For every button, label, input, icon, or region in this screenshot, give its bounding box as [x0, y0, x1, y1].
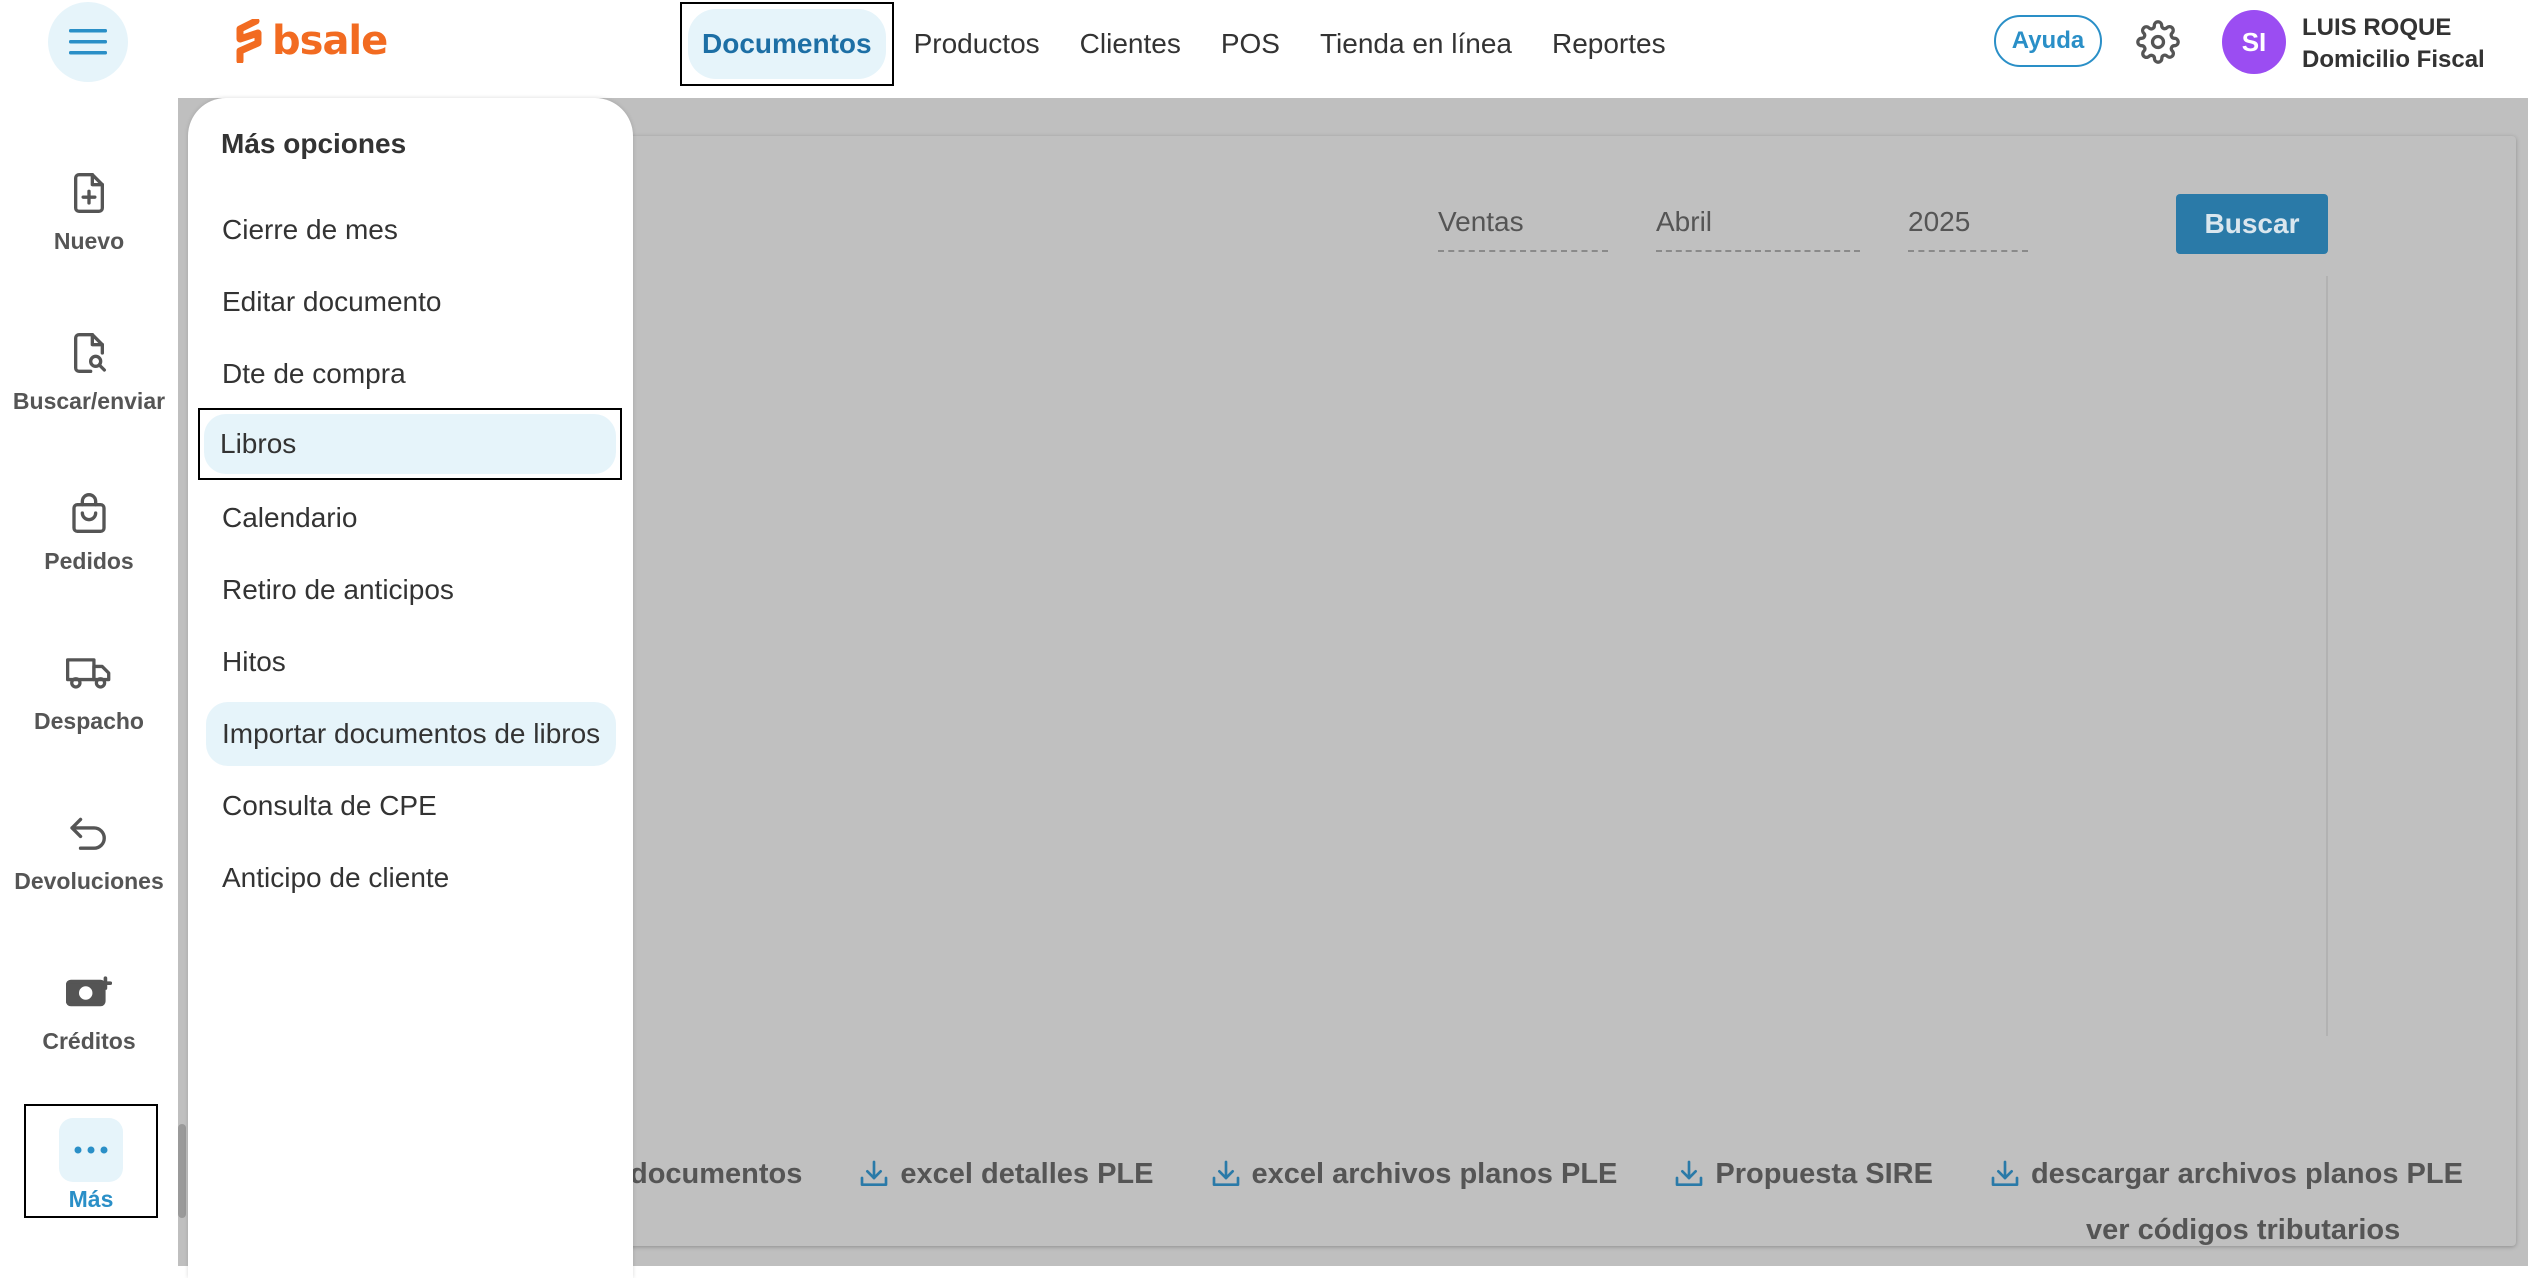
sidebar-item-buscar-enviar[interactable]: Buscar/enviar — [0, 330, 178, 415]
file-plus-icon — [66, 170, 112, 216]
action-label: excel archivos planos PLE — [1251, 1157, 1618, 1190]
menu-item-editar-documento[interactable]: Editar documento — [206, 270, 616, 334]
user-name: LUIS ROQUE — [2302, 14, 2452, 41]
tax-codes-link[interactable]: ver códigos tributarios — [2086, 1214, 2400, 1247]
more-options-menu: Más opciones Cierre de mes Editar docume… — [188, 98, 633, 1278]
bsale-mark-icon — [232, 19, 266, 63]
scrollbar[interactable] — [178, 1124, 186, 1218]
bsale-logo[interactable]: bsale — [232, 16, 388, 66]
user-subtitle: Domicilio Fiscal — [2302, 46, 2485, 73]
book-type-select[interactable]: Ventas — [1438, 206, 1608, 252]
sidebar-item-label: Nuevo — [53, 228, 125, 254]
action-label: documentos — [630, 1157, 803, 1190]
menu-item-retiro-de-anticipos[interactable]: Retiro de anticipos — [206, 558, 616, 622]
menu-item-label: Libros — [204, 414, 616, 474]
sidebar-item-label: Pedidos — [44, 548, 134, 574]
excel-detalles-ple-link[interactable]: excel detalles PLE — [858, 1157, 1154, 1191]
nav-documentos[interactable]: Documentos — [680, 2, 894, 86]
main-nav: Documentos Productos Clientes POS Tienda… — [680, 2, 1686, 86]
top-bar: bsale Documentos Productos Clientes POS … — [0, 0, 2528, 98]
action-bar: documentos excel detalles PLE excel arch… — [630, 1152, 2463, 1196]
action-label: Propuesta SIRE — [1715, 1157, 1933, 1190]
nav-label: Documentos — [688, 9, 886, 79]
sidebar-item-nuevo[interactable]: Nuevo — [0, 170, 178, 255]
logo-text: bsale — [272, 18, 388, 64]
year-select[interactable]: 2025 — [1908, 206, 2028, 252]
shopping-bag-icon — [66, 490, 112, 536]
propuesta-sire-link[interactable]: Propuesta SIRE — [1673, 1158, 1933, 1191]
menu-item-libros[interactable]: Libros — [198, 408, 622, 480]
sidebar-item-label: Despacho — [34, 708, 144, 734]
return-arrow-icon — [66, 810, 112, 856]
settings-button[interactable] — [2136, 20, 2180, 64]
sidebar-item-label: Créditos — [42, 1028, 136, 1054]
sidebar-item-pedidos[interactable]: Pedidos — [0, 490, 178, 575]
sidebar-item-despacho[interactable]: Despacho — [0, 650, 178, 735]
sidebar-item-label: Devoluciones — [14, 868, 164, 894]
menu-item-hitos[interactable]: Hitos — [206, 630, 616, 694]
search-button[interactable]: Buscar — [2176, 194, 2328, 254]
file-search-icon — [66, 330, 112, 376]
menu-item-importar-documentos-de-libros[interactable]: Importar documentos de libros — [206, 702, 616, 766]
truck-icon — [66, 650, 112, 696]
nav-tienda-en-linea[interactable]: Tienda en línea — [1300, 2, 1532, 86]
hamburger-icon — [69, 27, 107, 57]
sidebar-item-mas[interactable]: Más — [24, 1104, 158, 1218]
menu-item-anticipo-de-cliente[interactable]: Anticipo de cliente — [206, 846, 616, 910]
divider — [2326, 276, 2328, 1036]
menu-item-dte-de-compra[interactable]: Dte de compra — [206, 342, 616, 406]
nav-reportes[interactable]: Reportes — [1532, 2, 1686, 86]
action-label: descargar archivos planos PLE — [2030, 1157, 2463, 1190]
nav-productos[interactable]: Productos — [894, 2, 1060, 86]
descargar-archivos-planos-ple-link[interactable]: descargar archivos planos PLE — [1989, 1158, 2463, 1191]
sidebar-item-devoluciones[interactable]: Devoluciones — [0, 810, 178, 895]
menu-item-calendario[interactable]: Calendario — [206, 486, 616, 550]
action-label: excel detalles PLE — [900, 1157, 1154, 1190]
sidebar-item-label: Más — [68, 1186, 114, 1212]
download-icon — [1210, 1158, 1242, 1190]
download-icon — [1989, 1158, 2021, 1190]
download-icon — [1673, 1158, 1705, 1190]
excel-archivos-planos-ple-link[interactable]: excel archivos planos PLE — [1210, 1157, 1618, 1191]
download-documentos-link[interactable]: documentos — [630, 1158, 802, 1191]
more-dots-icon — [59, 1118, 123, 1182]
user-avatar[interactable]: SI — [2222, 10, 2286, 74]
nav-clientes[interactable]: Clientes — [1060, 2, 1201, 86]
user-info[interactable]: LUIS ROQUE Domicilio Fiscal — [2302, 12, 2485, 76]
month-select[interactable]: Abril — [1656, 206, 1860, 252]
menu-item-cierre-de-mes[interactable]: Cierre de mes — [206, 198, 616, 262]
sidebar-item-creditos[interactable]: Créditos — [0, 970, 178, 1055]
menu-title: Más opciones — [221, 128, 407, 159]
download-icon — [858, 1158, 890, 1190]
sidebar-item-label: Buscar/enviar — [12, 388, 166, 414]
cash-plus-icon — [66, 970, 112, 1016]
help-button[interactable]: Ayuda — [1994, 15, 2102, 67]
menu-item-consulta-de-cpe[interactable]: Consulta de CPE — [206, 774, 616, 838]
nav-pos[interactable]: POS — [1201, 2, 1300, 86]
sidebar: Nuevo Buscar/enviar Pedidos Despacho Dev… — [0, 98, 178, 1266]
hamburger-menu-button[interactable] — [48, 2, 128, 82]
gear-icon — [2136, 20, 2180, 64]
